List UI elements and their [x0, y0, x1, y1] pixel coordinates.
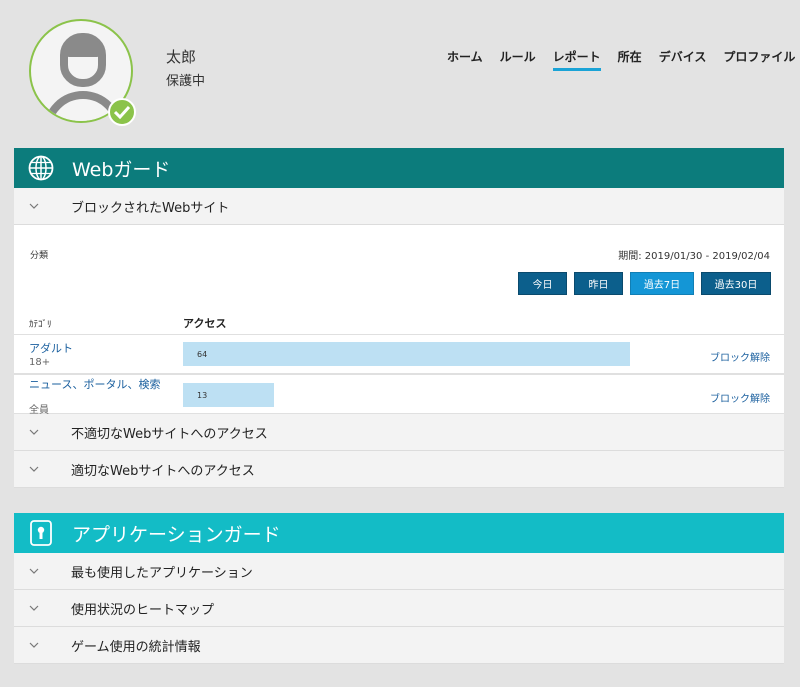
access-count: 13 [197, 390, 208, 400]
last-7-days-button[interactable]: 過去7日 [630, 272, 694, 295]
web-guard-title: Webガード [72, 158, 171, 181]
chevron-down-icon [29, 566, 39, 576]
web-guard-section: Webガード ブロックされたWebサイト 分類 期間: 2019/01/30 -… [14, 148, 784, 488]
period-label: 期間: 2019/01/30 - 2019/02/04 [618, 251, 770, 262]
lock-icon [28, 520, 54, 546]
last-30-days-button[interactable]: 過去30日 [701, 272, 771, 295]
chevron-down-icon [29, 464, 39, 474]
nav-item-home[interactable]: ホーム [447, 48, 483, 71]
category-label: 分類 [30, 251, 49, 261]
yesterday-button[interactable]: 昨日 [574, 272, 623, 295]
blocked-sites-panel: 分類 期間: 2019/01/30 - 2019/02/04 今日 昨日 過去7… [14, 225, 784, 416]
accordion-label: 適切なWebサイトへのアクセス [71, 463, 255, 479]
accordion-usage-heatmap[interactable]: 使用状況のヒートマップ [14, 590, 784, 627]
accordion-label: ゲーム使用の統計情報 [71, 639, 201, 655]
category-name-link[interactable]: ニュース、ポータル、検索 [29, 379, 161, 391]
nav-item-profile[interactable]: プロファイル [723, 48, 795, 71]
accordion-blocked-sites[interactable]: ブロックされたWebサイト [14, 188, 784, 225]
accordion-most-used-apps[interactable]: 最も使用したアプリケーション [14, 553, 784, 590]
web-guard-header: Webガード [14, 148, 784, 188]
today-button[interactable]: 今日 [518, 272, 567, 295]
period-button-group: 今日 昨日 過去7日 過去30日 [518, 272, 771, 295]
column-header-category: ｶﾃｺﾞﾘ [29, 320, 52, 330]
accordion-game-stats[interactable]: ゲーム使用の統計情報 [14, 627, 784, 664]
category-name-link[interactable]: アダルト [29, 343, 73, 355]
accordion-appropriate-access[interactable]: 適切なWebサイトへのアクセス [14, 451, 784, 488]
checkmark-icon [108, 98, 136, 126]
table-row: アダルト 18+ 64 ブロック解除 [14, 334, 784, 374]
table-row: ニュース、ポータル、検索 全員 13 ブロック解除 [14, 374, 784, 416]
unblock-link[interactable]: ブロック解除 [710, 390, 770, 405]
nav-item-reports[interactable]: レポート [552, 48, 601, 71]
nav-item-rules[interactable]: ルール [500, 48, 536, 71]
accordion-label: 最も使用したアプリケーション [71, 565, 253, 581]
accordion-label: 使用状況のヒートマップ [71, 602, 215, 618]
nav-item-devices[interactable]: デバイス [659, 48, 707, 71]
chevron-down-icon [29, 603, 39, 613]
avatar [29, 19, 136, 126]
category-age: 全員 [29, 405, 49, 416]
app-guard-section: アプリケーションガード 最も使用したアプリケーション 使用状況のヒートマップ ゲ… [14, 513, 784, 664]
user-name: 太郎 [166, 48, 197, 66]
table-header: ｶﾃｺﾞﾘ アクセス [14, 310, 784, 334]
accordion-inappropriate-access[interactable]: 不適切なWebサイトへのアクセス [14, 414, 784, 451]
unblock-link[interactable]: ブロック解除 [710, 349, 770, 364]
globe-icon [28, 155, 54, 181]
chevron-down-icon [29, 640, 39, 650]
app-guard-header: アプリケーションガード [14, 513, 784, 553]
access-count: 64 [197, 349, 208, 359]
category-age: 18+ [29, 357, 51, 368]
access-bar: 13 [183, 383, 274, 407]
user-status: 保護中 [166, 74, 206, 89]
top-nav: ホーム ルール レポート 所在 デバイス プロファイル [447, 48, 795, 71]
column-header-access: アクセス [183, 317, 227, 330]
chevron-down-icon [29, 201, 39, 211]
accordion-label: 不適切なWebサイトへのアクセス [71, 426, 268, 442]
chevron-down-icon [29, 427, 39, 437]
access-bar: 64 [183, 342, 630, 366]
accordion-label: ブロックされたWebサイト [71, 200, 230, 216]
app-guard-title: アプリケーションガード [72, 523, 281, 546]
nav-item-location[interactable]: 所在 [618, 48, 642, 71]
